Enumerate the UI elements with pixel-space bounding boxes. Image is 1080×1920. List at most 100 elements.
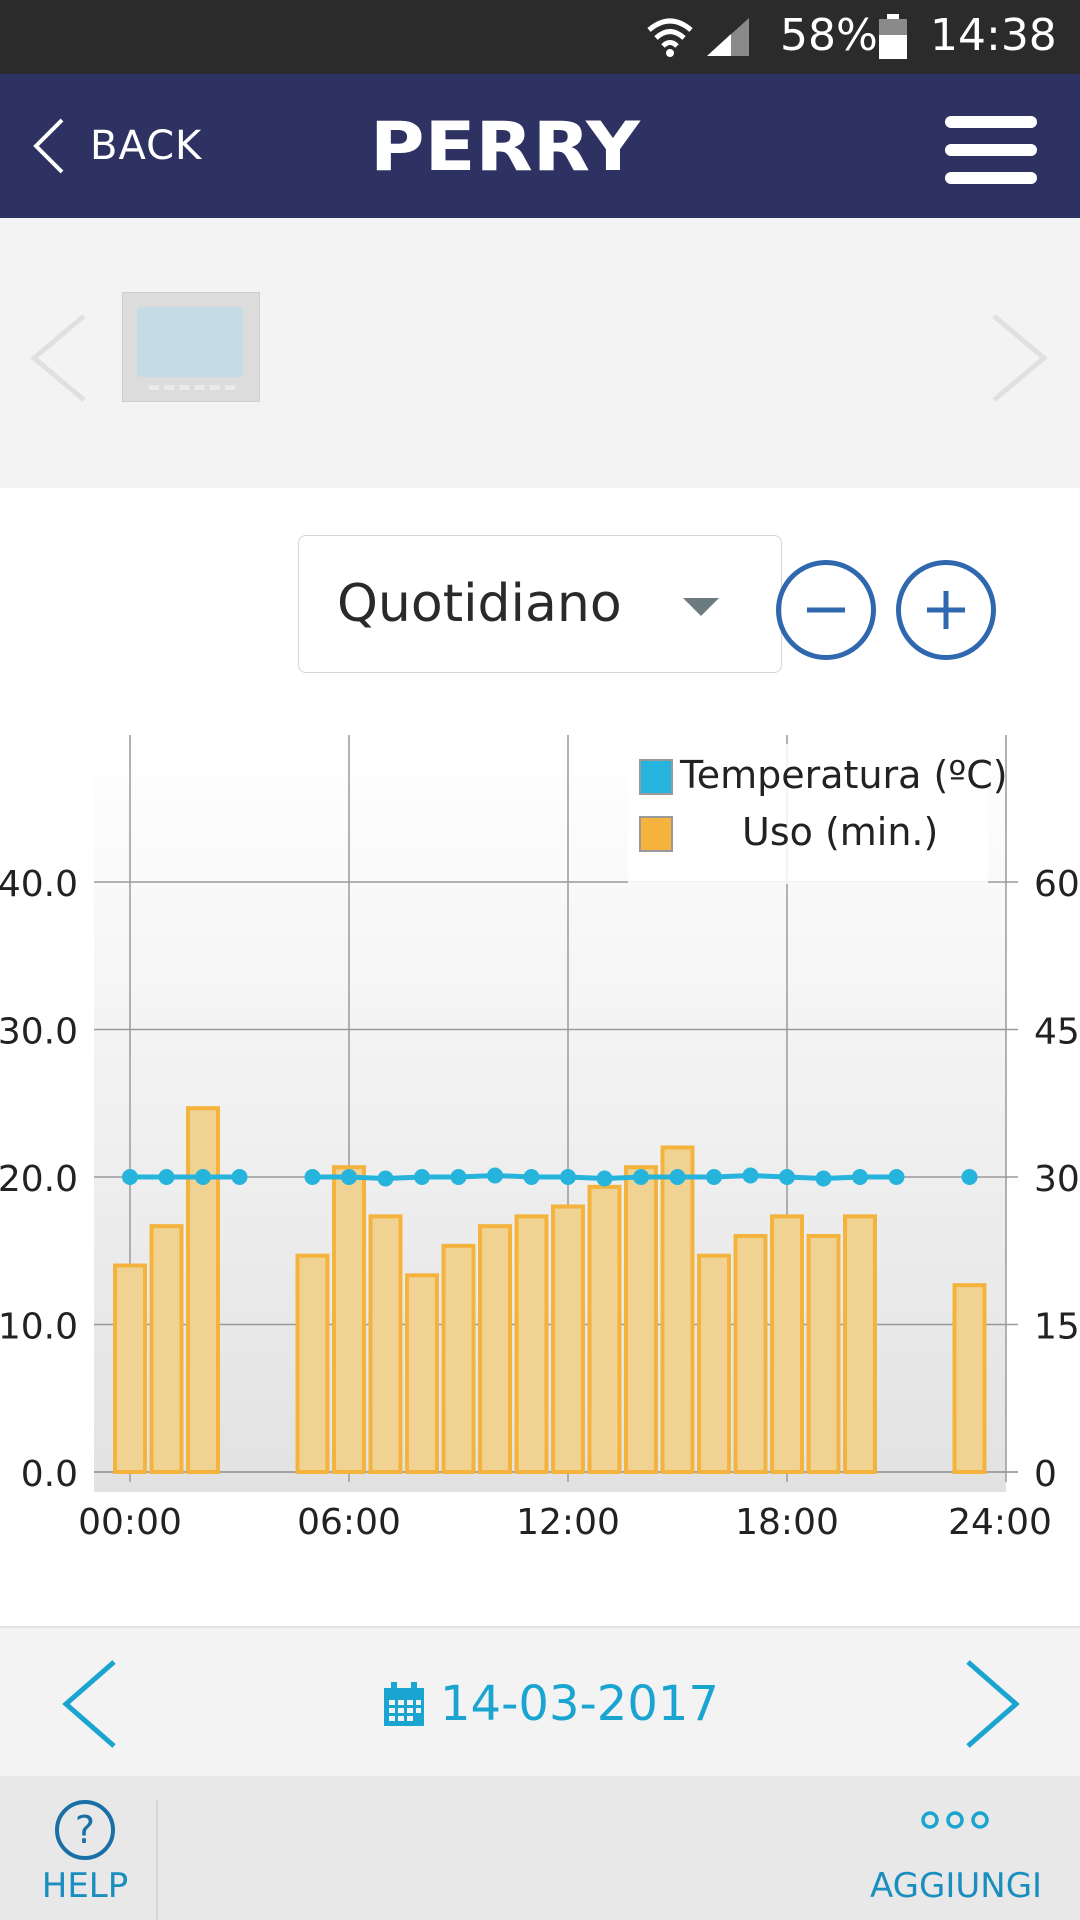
more-dots-icon: [921, 1811, 989, 1829]
bar-uso: [186, 1106, 220, 1474]
point-temperatura: [487, 1167, 503, 1184]
svg-text:PERRY: PERRY: [370, 108, 641, 184]
device-thumbnail[interactable]: [122, 292, 260, 402]
date-navigator: 14-03-2017: [0, 1626, 1080, 1778]
footer-divider: [156, 1800, 158, 1920]
back-chevron-icon: [33, 118, 64, 174]
bar-uso: [660, 1145, 695, 1474]
legend-swatch-temperatura: [639, 759, 673, 795]
help-question-icon: ?: [55, 1800, 115, 1860]
bar-uso: [149, 1224, 184, 1474]
legend-swatch-uso: [639, 816, 673, 852]
point-temperatura: [414, 1169, 430, 1185]
point-temperatura: [961, 1169, 978, 1185]
point-temperatura: [596, 1170, 613, 1187]
y-right-tick-label: 45: [1034, 1012, 1080, 1053]
plus-icon: [927, 591, 965, 629]
bar-uso: [332, 1165, 366, 1474]
y-left-tick-label: 0.0: [21, 1454, 78, 1495]
back-button[interactable]: BACK: [30, 104, 202, 188]
svg-text:?: ?: [75, 1808, 95, 1852]
point-temperatura: [560, 1169, 576, 1185]
bar-uso: [624, 1165, 658, 1474]
bottom-toolbar: ? HELP AGGIUNGI: [0, 1776, 1080, 1920]
help-label: HELP: [41, 1866, 129, 1906]
y-right-tick-label: 0: [1034, 1454, 1057, 1495]
bar-uso: [843, 1214, 877, 1475]
y-left-tick-label: 40.0: [0, 864, 78, 905]
next-device-arrow-icon[interactable]: [990, 312, 1050, 404]
bar-uso: [733, 1234, 768, 1474]
point-temperatura: [706, 1169, 722, 1185]
zoom-out-button[interactable]: [776, 560, 876, 660]
current-date: 14-03-2017: [440, 1676, 719, 1732]
thermostat-buttons: [149, 385, 235, 395]
clock: 14:38: [930, 10, 1057, 61]
x-tick-label: 12:00: [516, 1502, 620, 1540]
zoom-in-button[interactable]: [896, 560, 996, 660]
point-temperatura: [195, 1169, 211, 1185]
bar-uso: [441, 1243, 476, 1474]
bar-uso: [478, 1224, 512, 1474]
next-date-arrow-icon[interactable]: [962, 1658, 1022, 1750]
bar-uso: [952, 1283, 987, 1475]
device-carousel: [0, 218, 1080, 488]
battery-icon: [879, 14, 907, 59]
chevron-down-icon: [683, 598, 719, 616]
bar-uso: [551, 1204, 585, 1474]
usage-chart: 0.0 0 10.0 15 20.0 30 30.0 45 40.0 60 00:00 06:00 12…: [0, 720, 1080, 1545]
perry-logo: PERRY: [370, 108, 641, 184]
point-temperatura: [779, 1169, 795, 1185]
help-button[interactable]: ? HELP: [30, 1796, 140, 1920]
bar-uso: [697, 1253, 731, 1475]
point-temperatura: [341, 1169, 357, 1185]
y-right-tick-label: 15: [1034, 1307, 1080, 1348]
point-temperatura: [450, 1169, 467, 1185]
date-picker-button[interactable]: 14-03-2017: [382, 1676, 719, 1732]
bar-uso: [514, 1214, 549, 1475]
chart-canvas: 0.0 0 10.0 15 20.0 30 30.0 45 40.0 60 00:00 06:00 12…: [0, 735, 1080, 1543]
point-temperatura: [231, 1169, 248, 1185]
point-temperatura: [815, 1170, 832, 1187]
add-label: AGGIUNGI: [870, 1866, 1043, 1906]
back-label: BACK: [90, 123, 203, 169]
minus-icon: [807, 607, 845, 613]
signal-icon: [707, 18, 749, 56]
point-temperatura: [888, 1169, 905, 1185]
bar-uso: [113, 1263, 147, 1474]
x-tick-label: 06:00: [297, 1502, 401, 1540]
y-left-tick-label: 10.0: [0, 1307, 78, 1348]
point-temperatura: [158, 1169, 175, 1185]
x-tick-label: 18:00: [735, 1502, 839, 1540]
y-left-tick-label: 30.0: [0, 1012, 78, 1053]
prev-date-arrow-icon[interactable]: [60, 1658, 120, 1750]
thermostat-screen: [137, 307, 243, 377]
menu-icon[interactable]: [945, 116, 1041, 190]
wifi-icon: [647, 18, 693, 57]
period-select[interactable]: Quotidiano: [298, 535, 782, 673]
point-temperatura: [377, 1170, 394, 1187]
bar-uso: [405, 1273, 439, 1474]
legend-label-temperatura: Temperatura (ºC): [679, 753, 1008, 797]
point-temperatura: [633, 1169, 649, 1185]
point-temperatura: [669, 1169, 686, 1185]
point-temperatura: [122, 1169, 138, 1185]
point-temperatura: [742, 1167, 759, 1184]
y-right-tick-label: 60: [1034, 864, 1080, 905]
add-button[interactable]: AGGIUNGI: [870, 1796, 1043, 1920]
legend-label-uso: Uso (min.): [742, 810, 938, 854]
chart-legend: Temperatura (ºC) Uso (min.): [628, 744, 1008, 884]
point-temperatura: [852, 1169, 868, 1185]
period-select-value: Quotidiano: [337, 574, 622, 634]
bar-uso: [806, 1234, 841, 1474]
point-temperatura: [304, 1169, 321, 1185]
prev-device-arrow-icon[interactable]: [28, 312, 88, 404]
point-temperatura: [523, 1169, 540, 1185]
bar-uso: [295, 1253, 330, 1475]
bar-uso: [770, 1214, 804, 1475]
app-header: BACK PERRY: [0, 74, 1080, 218]
x-tick-label: 00:00: [78, 1502, 182, 1540]
bar-uso: [587, 1184, 622, 1474]
battery-percent: 58%: [780, 10, 878, 61]
calendar-icon: [384, 1682, 424, 1726]
